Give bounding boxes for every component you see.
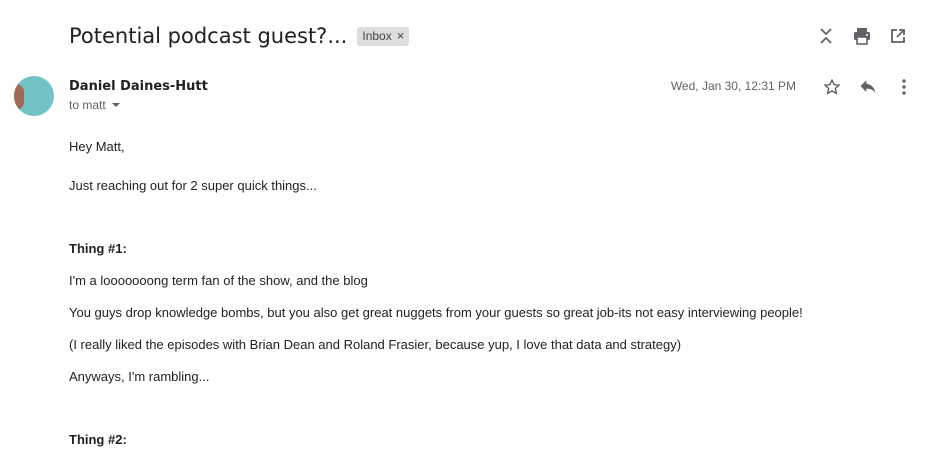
more-options-icon[interactable] [886,73,922,101]
message-actions [814,73,922,101]
caret-down-icon [111,103,120,107]
recipient-details-toggle[interactable]: to matt [69,98,120,112]
email-date: Wed, Jan 30, 12:31 PM [670,79,796,93]
expand-collapse-icon[interactable] [808,22,844,50]
body-thing2-heading: Thing #2: [69,432,127,447]
subject-row: Potential podcast guest?... Inbox × [69,20,410,52]
print-icon[interactable] [844,22,880,50]
thread-toolbar [808,22,916,50]
body-thing1-heading: Thing #1: [69,241,127,256]
open-in-new-window-icon[interactable] [880,22,916,50]
inbox-label-chip[interactable]: Inbox × [357,26,410,46]
inbox-label-text: Inbox [362,28,392,43]
recipient-text: to matt [69,98,106,112]
sender-avatar[interactable] [14,76,54,116]
reply-icon[interactable] [850,73,886,101]
body-paragraph-4: Anyways, I'm rambling... [69,369,210,384]
star-icon[interactable] [814,73,850,101]
avatar-photo [14,84,24,110]
body-paragraph-2: You guys drop knowledge bombs, but you a… [69,305,803,320]
body-greeting: Hey Matt, [69,139,125,154]
body-paragraph-3: (I really liked the episodes with Brian … [69,337,682,352]
body-paragraph-1: I'm a looooooong term fan of the show, a… [69,273,368,288]
email-subject: Potential podcast guest?... [69,24,348,48]
sender-name[interactable]: Daniel Daines-Hutt [69,79,208,94]
body-intro: Just reaching out for 2 super quick thin… [69,178,317,193]
remove-label-icon[interactable]: × [397,28,405,43]
